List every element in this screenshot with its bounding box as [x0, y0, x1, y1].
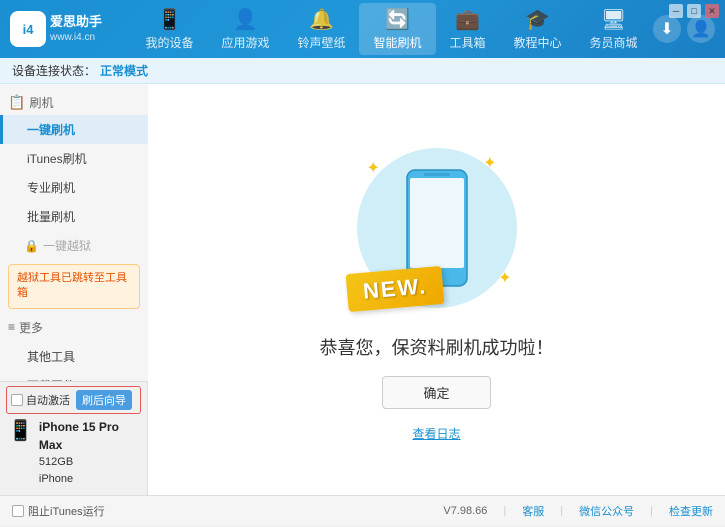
star3-icon: ✦: [498, 268, 511, 288]
minimize-button[interactable]: ─: [669, 4, 683, 18]
nav-tabs: 📱 我的设备 👤 应用游戏 🔔 铃声壁纸 🔄 智能刷机 💼 工具箱 🎓: [130, 3, 653, 55]
tab-my-device[interactable]: 📱 我的设备: [131, 3, 207, 55]
log-link[interactable]: 查看日志: [412, 425, 460, 442]
tab-apps-games[interactable]: 👤 应用游戏: [207, 3, 283, 55]
itunes-label: 阻止iTunes运行: [28, 503, 105, 519]
device-name: iPhone 15 Pro Max: [39, 418, 139, 454]
tab-ringtones[interactable]: 🔔 铃声壁纸: [283, 3, 359, 55]
sidebar: 📋 刷机 一键刷机 iTunes刷机 专业刷机 批量刷机 🔒 一键越狱: [0, 84, 148, 381]
sidebar-item-pro-flash[interactable]: 专业刷机: [0, 173, 148, 202]
tab-toolbox[interactable]: 💼 工具箱: [436, 3, 500, 55]
flash-section-label: 📋 刷机: [0, 90, 148, 115]
download-button[interactable]: ⬇: [653, 15, 681, 43]
my-device-icon: 📱: [157, 7, 182, 32]
tab-smart-flash[interactable]: 🔄 智能刷机: [359, 3, 435, 55]
header-right: ⬇ 👤: [653, 15, 715, 43]
tab-tutorials[interactable]: 🎓 教程中心: [500, 3, 576, 55]
device-model: iPhone: [39, 471, 139, 488]
confirm-button[interactable]: 确定: [382, 376, 490, 409]
apps-icon: 👤: [233, 7, 258, 32]
phone-container: ✦ ✦ ✦ NEW.: [347, 138, 527, 318]
sub-header: 设备连接状态： 正常模式: [0, 58, 725, 84]
logo-icon: i4: [10, 11, 46, 47]
support-link[interactable]: 客服: [522, 503, 544, 519]
logo-text: 爱思助手 www.i4.cn: [50, 14, 102, 44]
maximize-button[interactable]: □: [687, 4, 701, 18]
itunes-bar: 阻止iTunes运行: [12, 503, 105, 519]
main-content: ✦ ✦ ✦ NEW. 恭喜您，保资料刷机成: [148, 84, 725, 495]
auto-activate-label: 自动激活: [26, 392, 70, 408]
left-panel: 📋 刷机 一键刷机 iTunes刷机 专业刷机 批量刷机 🔒 一键越狱: [0, 84, 148, 495]
jailbreak-notice: 越狱工具已跳转至工具箱: [8, 264, 140, 309]
close-button[interactable]: ✕: [705, 4, 719, 18]
new-banner: NEW.: [345, 265, 444, 311]
main-layout: 📋 刷机 一键刷机 iTunes刷机 专业刷机 批量刷机 🔒 一键越狱: [0, 84, 725, 495]
check-update-link[interactable]: 检查更新: [669, 503, 713, 519]
itunes-checkbox[interactable]: [12, 505, 24, 517]
device-info: 📱 iPhone 15 Pro Max 512GB iPhone: [6, 414, 141, 491]
merchant-icon: 🖥: [601, 7, 626, 32]
user-button[interactable]: 👤: [687, 15, 715, 43]
guide-button[interactable]: 刷后向导: [76, 390, 132, 410]
toolbox-icon: 💼: [455, 7, 480, 32]
sidebar-item-itunes-flash[interactable]: iTunes刷机: [0, 144, 148, 173]
device-section: 自动激活 刷后向导 📱 iPhone 15 Pro Max 512GB iPho…: [0, 381, 147, 495]
flash-icon: 🔄: [385, 7, 410, 32]
version-label: V7.98.66: [443, 505, 487, 517]
app-header: i4 爱思助手 www.i4.cn 📱 我的设备 👤 应用游戏 🔔 铃声壁纸 🔄: [0, 0, 725, 58]
wechat-link[interactable]: 微信公众号: [579, 503, 634, 519]
star1-icon: ✦: [367, 158, 380, 178]
status-prefix: 设备连接状态：: [12, 62, 96, 79]
sidebar-item-batch-flash[interactable]: 批量刷机: [0, 202, 148, 231]
star2-icon: ✦: [483, 153, 496, 173]
sidebar-item-other-tools[interactable]: 其他工具: [0, 342, 148, 371]
tab-merchant[interactable]: 🖥 务员商城: [576, 3, 652, 55]
tutorial-icon: 🎓: [525, 7, 550, 32]
status-value: 正常模式: [100, 62, 148, 79]
auto-activate-checkbox[interactable]: [11, 394, 23, 406]
device-details: iPhone 15 Pro Max 512GB iPhone: [39, 418, 139, 487]
device-storage: 512GB: [39, 454, 139, 471]
device-options-row: 自动激活 刷后向导: [6, 386, 141, 414]
ringtone-icon: 🔔: [309, 7, 334, 32]
success-illustration: ✦ ✦ ✦ NEW. 恭喜您，保资料刷机成: [320, 138, 554, 442]
window-controls: ─ □ ✕: [669, 4, 719, 18]
device-phone-icon: 📱: [8, 418, 33, 443]
sidebar-item-download-firmware[interactable]: 下载固件: [0, 371, 148, 381]
flash-section-icon: 📋: [8, 94, 25, 111]
more-section-label: ≡ 更多: [0, 313, 148, 342]
more-icon: ≡: [8, 320, 15, 334]
jailbreak-disabled: 🔒 一键越狱: [0, 231, 148, 260]
sidebar-item-one-key-flash[interactable]: 一键刷机: [0, 115, 148, 144]
logo-area: i4 爱思助手 www.i4.cn: [10, 11, 130, 47]
bottom-bar: 阻止iTunes运行 V7.98.66 | 客服 | 微信公众号 | 检查更新: [0, 495, 725, 525]
success-title: 恭喜您，保资料刷机成功啦！: [320, 334, 554, 360]
auto-activate-option[interactable]: 自动激活: [11, 392, 70, 408]
